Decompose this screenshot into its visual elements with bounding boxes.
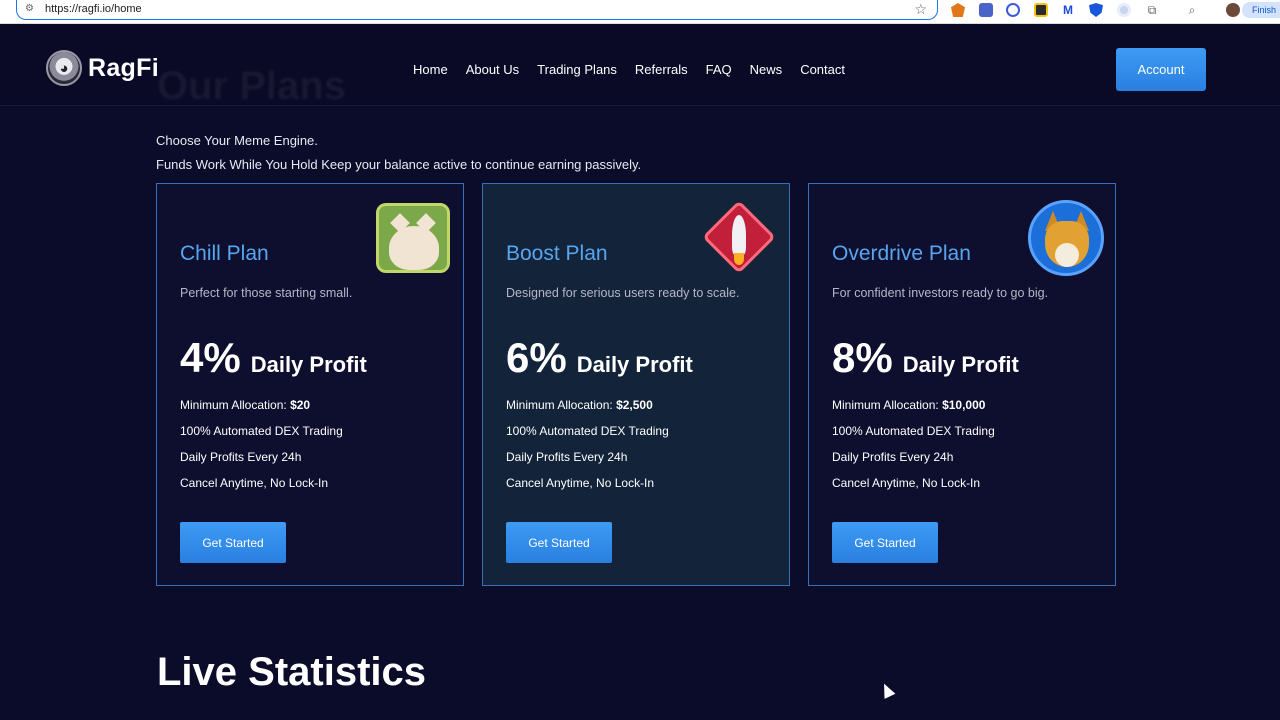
- live-statistics-heading: Live Statistics: [157, 650, 427, 694]
- plan-description: For confident investors ready to go big.: [832, 286, 1049, 300]
- extension-icon[interactable]: [1117, 3, 1131, 17]
- cat-logo-icon: ◕: [46, 50, 82, 86]
- profit-label: Daily Profit: [576, 352, 693, 377]
- metamask-extension-icon[interactable]: [951, 3, 965, 17]
- plan-features: Minimum Allocation: $2,500 100% Automate…: [506, 392, 669, 496]
- nav-trading-plans[interactable]: Trading Plans: [537, 62, 617, 77]
- profile-avatar[interactable]: [1226, 3, 1240, 17]
- feature-item: Daily Profits Every 24h: [506, 450, 628, 464]
- feature-min-allocation: Minimum Allocation: $2,500: [506, 398, 653, 412]
- get-started-button[interactable]: Get Started: [180, 522, 286, 563]
- brand-logo[interactable]: ◕ RagFi: [46, 50, 159, 86]
- nav-faq[interactable]: FAQ: [706, 62, 732, 77]
- extension-icon[interactable]: M: [1061, 3, 1075, 17]
- brand-name: RagFi: [88, 53, 159, 82]
- plan-description: Designed for serious users ready to scal…: [506, 286, 740, 300]
- feature-item: Cancel Anytime, No Lock-In: [832, 476, 981, 490]
- account-button[interactable]: Account: [1116, 48, 1206, 91]
- feature-item: Cancel Anytime, No Lock-In: [180, 476, 329, 490]
- plan-card-chill: Chill Plan Perfect for those starting sm…: [156, 183, 464, 586]
- rocket-icon: [702, 200, 776, 274]
- feature-item: 100% Automated DEX Trading: [180, 424, 343, 438]
- faded-section-heading: Our Plans: [157, 64, 346, 108]
- site-header: Our Plans ◕ RagFi Home About Us Trading …: [0, 24, 1280, 108]
- extension-icon[interactable]: [1034, 3, 1048, 17]
- intro-line-2: Funds Work While You Hold Keep your bala…: [156, 157, 642, 172]
- finish-update-button[interactable]: Finish: [1241, 2, 1280, 18]
- intro-line-1: Choose Your Meme Engine.: [156, 133, 318, 148]
- site-settings-icon[interactable]: ⚙: [25, 3, 37, 15]
- profit-label: Daily Profit: [902, 352, 1019, 377]
- puzzle-extensions-icon[interactable]: ⧉: [1145, 3, 1159, 17]
- profit-percent: 4%: [180, 334, 241, 381]
- plan-features: Minimum Allocation: $20 100% Automated D…: [180, 392, 343, 496]
- get-started-button[interactable]: Get Started: [506, 522, 612, 563]
- mouse-cursor-icon: [878, 681, 896, 699]
- bookmark-star-icon[interactable]: ☆: [914, 1, 927, 18]
- feature-item: 100% Automated DEX Trading: [506, 424, 669, 438]
- plan-title: Chill Plan: [180, 242, 269, 265]
- profit-percent: 6%: [506, 334, 567, 381]
- cat-icon: [376, 203, 450, 273]
- browser-toolbar: ⚙ https://ragfi.io/home ☆ M ⧉ ⌕ Finish: [0, 0, 1280, 24]
- plan-profit: 4% Daily Profit: [180, 334, 367, 382]
- get-started-button[interactable]: Get Started: [832, 522, 938, 563]
- main-menu: Home About Us Trading Plans Referrals FA…: [413, 62, 845, 77]
- feature-min-allocation: Minimum Allocation: $10,000: [832, 398, 986, 412]
- feature-item: Daily Profits Every 24h: [832, 450, 954, 464]
- plan-profit: 8% Daily Profit: [832, 334, 1019, 382]
- plan-title: Overdrive Plan: [832, 242, 971, 265]
- feature-item: Cancel Anytime, No Lock-In: [506, 476, 655, 490]
- feature-min-allocation: Minimum Allocation: $20: [180, 398, 311, 412]
- nav-news[interactable]: News: [750, 62, 783, 77]
- download-icon[interactable]: ⌕: [1185, 3, 1199, 17]
- feature-item: 100% Automated DEX Trading: [832, 424, 995, 438]
- profit-label: Daily Profit: [250, 352, 367, 377]
- fox-icon: [1028, 200, 1104, 276]
- extension-icon[interactable]: [979, 3, 993, 17]
- plan-profit: 6% Daily Profit: [506, 334, 693, 382]
- url-text[interactable]: https://ragfi.io/home: [45, 3, 142, 15]
- plan-title: Boost Plan: [506, 242, 608, 265]
- nav-referrals[interactable]: Referrals: [635, 62, 688, 77]
- nav-contact[interactable]: Contact: [800, 62, 845, 77]
- nav-home[interactable]: Home: [413, 62, 448, 77]
- plan-card-boost: Boost Plan Designed for serious users re…: [482, 183, 790, 586]
- nav-about-us[interactable]: About Us: [466, 62, 519, 77]
- plans-intro: Choose Your Meme Engine. Funds Work Whil…: [156, 129, 641, 177]
- plan-description: Perfect for those starting small.: [180, 286, 353, 300]
- plan-card-overdrive: Overdrive Plan For confident investors r…: [808, 183, 1116, 586]
- profit-percent: 8%: [832, 334, 893, 381]
- extension-icon[interactable]: [1006, 3, 1020, 17]
- shield-extension-icon[interactable]: [1089, 3, 1103, 17]
- address-bar[interactable]: ⚙ https://ragfi.io/home ☆: [16, 0, 938, 20]
- plan-features: Minimum Allocation: $10,000 100% Automat…: [832, 392, 995, 496]
- feature-item: Daily Profits Every 24h: [180, 450, 302, 464]
